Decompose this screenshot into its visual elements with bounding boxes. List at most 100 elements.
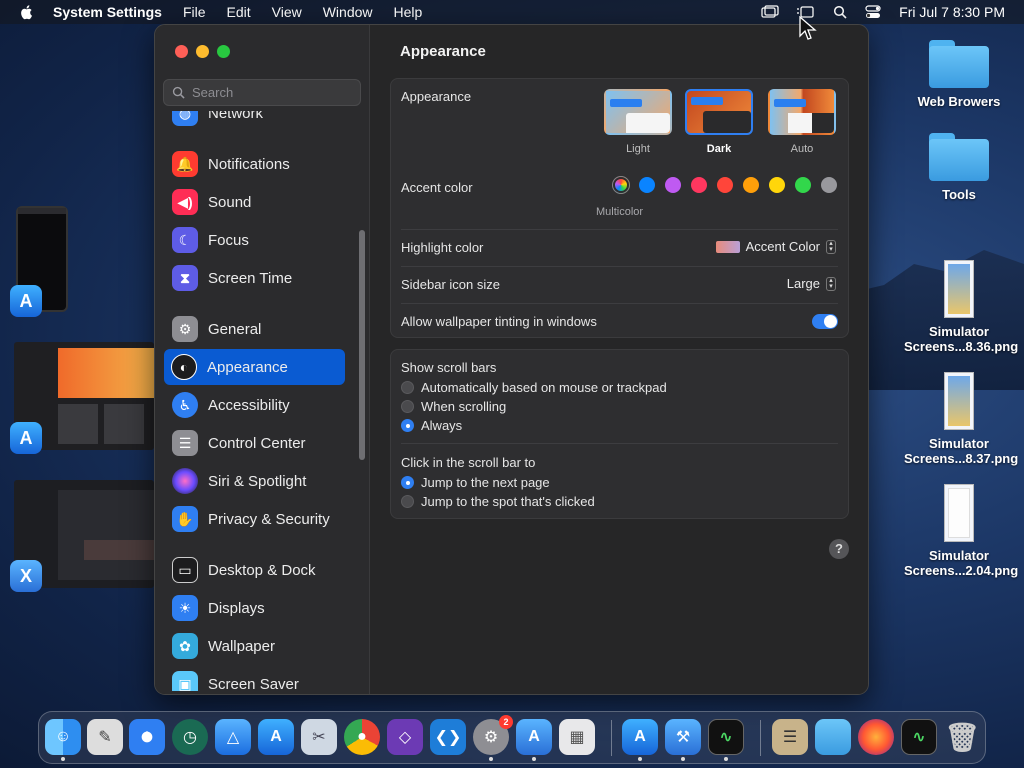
radio-button-selected[interactable]	[401, 476, 414, 489]
dock-time-machine-icon[interactable]: ◷	[172, 719, 208, 755]
sidebar-item-network[interactable]: ◍ Network	[165, 111, 345, 131]
dock-script-editor-icon[interactable]: ✎	[87, 719, 123, 755]
dock-launchpad-icon[interactable]: ▦	[559, 719, 595, 755]
appearance-icon: ◐	[171, 354, 197, 380]
radio-button[interactable]	[401, 495, 414, 508]
scroll-bars-option-automatic[interactable]: Automatically based on mouse or trackpad	[401, 380, 667, 395]
sidebar-item-screen-time[interactable]: ⧗ Screen Time	[165, 260, 345, 296]
dock-activity-monitor-2-icon[interactable]: ∿	[901, 719, 937, 755]
accent-swatch-red[interactable]	[717, 177, 733, 193]
desktop-file-screenshot-1[interactable]: Simulator Screens...8.36.png	[904, 260, 1018, 354]
zoom-window-button[interactable]	[217, 45, 230, 58]
desktop-folder-tools[interactable]: Tools	[904, 133, 1014, 202]
radio-button[interactable]	[401, 381, 414, 394]
xcode-simulator-icon: A	[10, 285, 42, 317]
sidebar-item-focus[interactable]: ☾ Focus	[165, 222, 345, 258]
sidebar-item-label: Desktop & Dock	[208, 561, 316, 579]
dock-preview-icon[interactable]: ✂	[301, 719, 337, 755]
dock-chrome-icon[interactable]: ●	[344, 719, 380, 755]
accent-swatch-purple[interactable]	[665, 177, 681, 193]
accent-swatch-multicolor[interactable]	[613, 177, 629, 193]
appearance-option-dark[interactable]: Dark	[683, 89, 755, 155]
dock-archive-icon[interactable]: ☰	[772, 719, 808, 755]
sidebar-item-control-center[interactable]: ☰ Control Center	[165, 425, 345, 461]
desktop-file-screenshot-2[interactable]: Simulator Screens...8.37.png	[904, 372, 1018, 466]
apple-logo-icon[interactable]	[19, 4, 35, 20]
accent-swatch-orange[interactable]	[743, 177, 759, 193]
brightness-sun-icon: ☀	[172, 595, 198, 621]
menu-edit[interactable]: Edit	[227, 4, 251, 20]
screen-mirroring-icon[interactable]	[761, 5, 779, 19]
menu-window[interactable]: Window	[323, 4, 373, 20]
sidebar-item-appearance[interactable]: ◐ Appearance	[164, 349, 345, 385]
dock-activity-monitor-icon[interactable]: ∿	[708, 719, 744, 755]
dock-visual-studio-icon[interactable]: ◇	[387, 719, 423, 755]
scroll-bars-option-always[interactable]: Always	[401, 418, 462, 433]
sidebar-item-privacy-security[interactable]: ✋ Privacy & Security	[165, 501, 345, 537]
click-option-spot-clicked[interactable]: Jump to the spot that's clicked	[401, 494, 595, 509]
menu-app-name[interactable]: System Settings	[53, 4, 162, 20]
scroll-bars-option-when-scrolling[interactable]: When scrolling	[401, 399, 506, 414]
sidebar-item-general[interactable]: ⚙ General	[165, 311, 345, 347]
dock-app-store-recent-icon[interactable]: A	[622, 719, 658, 755]
show-scroll-bars-label: Show scroll bars	[401, 360, 497, 375]
dock-finder-icon[interactable]: ☺	[45, 719, 81, 755]
dock-trash-icon[interactable]: 🗑	[944, 719, 980, 755]
mouse-pointer-icon	[799, 16, 817, 40]
click-option-next-page[interactable]: Jump to the next page	[401, 475, 550, 490]
sidebar-search-field[interactable]: Search	[163, 79, 361, 106]
dock-vscode-icon[interactable]: ❮❯	[430, 719, 466, 755]
sidebar-item-displays[interactable]: ☀ Displays	[165, 590, 345, 626]
accent-swatch-graphite[interactable]	[821, 177, 837, 193]
appearance-option-light[interactable]: Light	[602, 89, 674, 155]
sidebar-item-label: Notifications	[208, 155, 290, 173]
sidebar-item-notifications[interactable]: 🔔 Notifications	[165, 146, 345, 182]
dock: ☺ ✎ ⌖ ◷ △ A ✂ ● ◇ ❮❯ ⚙ 2 A ▦ A ⚒ ∿ ☰ ∿ 🗑	[38, 711, 986, 764]
dock-instruments-icon[interactable]: △	[215, 719, 251, 755]
sidebar-item-label: Control Center	[208, 434, 306, 452]
sidebar-item-sound[interactable]: ◀) Sound	[165, 184, 345, 220]
sidebar-item-label: Network	[208, 111, 264, 122]
search-icon	[172, 86, 185, 99]
dock-safari-icon[interactable]: ⌖	[129, 719, 165, 755]
accent-swatch-pink[interactable]	[691, 177, 707, 193]
close-window-button[interactable]	[175, 45, 188, 58]
wallpaper-tinting-toggle[interactable]	[812, 314, 838, 329]
desktop-item-label: Web Browers	[917, 94, 1001, 109]
folder-icon	[929, 40, 989, 88]
sidebar-item-desktop-dock[interactable]: ▭ Desktop & Dock	[165, 552, 345, 588]
menu-view[interactable]: View	[272, 4, 302, 20]
control-center-icon[interactable]	[865, 5, 881, 19]
sidebar-item-siri-spotlight[interactable]: Siri & Spotlight	[165, 463, 345, 499]
menu-help[interactable]: Help	[394, 4, 423, 20]
accent-swatch-green[interactable]	[795, 177, 811, 193]
sidebar-icon-size-popup[interactable]: Large ▴ ▾	[787, 276, 836, 291]
desktop-folder-web-browers[interactable]: Web Browers	[904, 40, 1014, 109]
help-button[interactable]: ?	[829, 539, 849, 559]
sidebar-item-screen-saver[interactable]: ▣ Screen Saver	[165, 666, 345, 691]
minimize-window-button[interactable]	[196, 45, 209, 58]
dock-app-store-icon[interactable]: A	[258, 719, 294, 755]
dock-simulator-icon[interactable]: A	[516, 719, 552, 755]
dock-folder-icon[interactable]	[815, 719, 851, 755]
appearance-option-auto[interactable]: Auto	[766, 89, 838, 155]
accent-swatch-blue[interactable]	[639, 177, 655, 193]
menu-bar: System Settings File Edit View Window He…	[0, 0, 1024, 24]
sidebar-icon-size-label: Sidebar icon size	[401, 277, 500, 292]
desktop-file-screenshot-3[interactable]: Simulator Screens...2.04.png	[904, 484, 1018, 578]
spotlight-search-icon[interactable]	[833, 5, 847, 19]
highlight-color-popup[interactable]: Accent Color ▴ ▾	[715, 239, 836, 254]
radio-button-selected[interactable]	[401, 419, 414, 432]
accent-swatch-yellow[interactable]	[769, 177, 785, 193]
sidebar-item-label: Siri & Spotlight	[208, 472, 307, 490]
dock-system-settings-icon[interactable]: ⚙ 2	[473, 715, 513, 755]
dock-xcode-icon[interactable]: ⚒	[665, 719, 701, 755]
auto-theme-thumbnail	[768, 89, 836, 135]
radio-button[interactable]	[401, 400, 414, 413]
sidebar-scrollbar[interactable]	[359, 230, 365, 460]
dock-firefox-icon[interactable]	[858, 719, 894, 755]
menu-file[interactable]: File	[183, 4, 206, 20]
sidebar-item-accessibility[interactable]: ♿ Accessibility	[165, 387, 345, 423]
sidebar-item-wallpaper[interactable]: ✿ Wallpaper	[165, 628, 345, 664]
menu-clock[interactable]: Fri Jul 7 8:30 PM	[899, 4, 1005, 20]
